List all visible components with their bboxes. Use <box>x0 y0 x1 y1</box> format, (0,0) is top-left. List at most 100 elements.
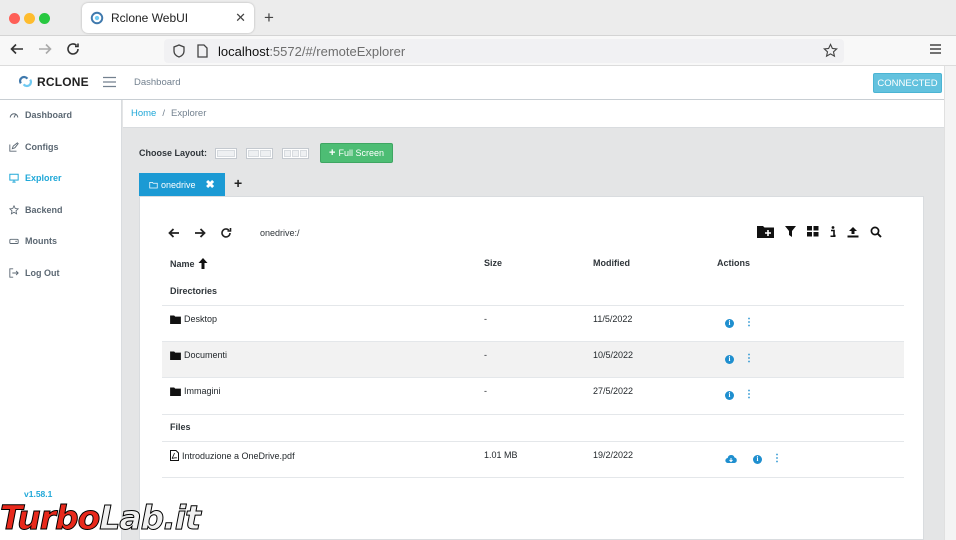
column-header-size[interactable]: Size <box>484 258 502 268</box>
new-folder-icon[interactable] <box>757 225 774 238</box>
remote-tab-close-icon[interactable]: ✖ <box>206 178 215 191</box>
modified-cell: 11/5/2022 <box>593 314 633 324</box>
sidebar-item-backend[interactable]: Backend <box>9 205 63 215</box>
size-cell: - <box>484 386 487 396</box>
sidebar-item-label: Backend <box>25 205 63 215</box>
logout-icon <box>9 268 19 278</box>
table-row[interactable]: Documenti - 10/5/2022 i ⋮ <box>162 341 904 377</box>
name-cell[interactable]: Documenti <box>170 350 227 360</box>
sidebar-item-label: Configs <box>25 142 59 152</box>
explorer-actions-toolbar <box>757 225 882 238</box>
refresh-icon[interactable] <box>220 227 232 239</box>
remote-tab-onedrive[interactable]: onedrive ✖ <box>139 173 225 196</box>
edit-icon <box>9 142 19 152</box>
logo-text: RCLONE <box>37 74 89 89</box>
page-icon <box>197 44 208 58</box>
star-icon <box>9 205 19 215</box>
cloud-download-icon[interactable] <box>725 454 737 464</box>
layout-double-option[interactable] <box>246 147 274 159</box>
search-icon[interactable] <box>870 226 882 238</box>
sidebar-item-label: Explorer <box>25 173 62 183</box>
forward-arrow-icon[interactable] <box>194 227 206 239</box>
sidebar-item-label: Log Out <box>25 268 60 278</box>
current-path: onedrive:/ <box>260 228 300 238</box>
item-name: Introduzione a OneDrive.pdf <box>182 450 295 461</box>
page-scrollbar[interactable] <box>944 66 956 540</box>
row-actions: i ⋮ <box>725 318 754 328</box>
more-options-icon[interactable]: ⋮ <box>744 354 754 364</box>
monitor-icon <box>9 173 19 183</box>
more-options-icon[interactable]: ⋮ <box>772 454 782 464</box>
url-host: localhost <box>218 43 270 59</box>
sidebar-item-label: Dashboard <box>25 110 73 120</box>
forward-icon[interactable] <box>38 42 52 56</box>
sidebar-item-logout[interactable]: Log Out <box>9 268 60 278</box>
browser-menu-icon[interactable] <box>929 43 942 55</box>
sidebar-item-explorer[interactable]: Explorer <box>9 173 62 183</box>
sidebar-item-dashboard[interactable]: Dashboard <box>9 110 72 120</box>
explorer-card: onedrive:/ Name Size Modified Actions Di… <box>139 196 924 540</box>
info-icon[interactable]: i <box>725 318 734 328</box>
modified-cell: 27/5/2022 <box>593 386 634 396</box>
folder-icon <box>170 350 181 360</box>
watermark-part2: Lab.it <box>99 498 202 538</box>
full-screen-label: Full Screen <box>338 148 384 158</box>
size-cell: - <box>484 350 487 360</box>
modified-cell: 19/2/2022 <box>593 450 634 460</box>
tab-close-icon[interactable]: ✕ <box>235 10 246 26</box>
name-cell[interactable]: Introduzione a OneDrive.pdf <box>170 450 295 461</box>
table-row[interactable]: Desktop - 11/5/2022 i ⋮ <box>162 305 904 341</box>
more-options-icon[interactable]: ⋮ <box>744 318 754 328</box>
window-zoom-button[interactable] <box>39 13 50 24</box>
section-divider <box>162 414 904 415</box>
filter-icon[interactable] <box>785 226 796 237</box>
window-minimize-button[interactable] <box>24 13 35 24</box>
sidebar-item-mounts[interactable]: Mounts <box>9 236 57 246</box>
more-options-icon[interactable]: ⋮ <box>744 390 754 400</box>
header-dashboard-link[interactable]: Dashboard <box>134 77 180 88</box>
size-cell: - <box>484 314 487 324</box>
rclone-logo[interactable]: RCLONE <box>18 74 89 89</box>
column-name-label: Name <box>170 258 195 269</box>
row-actions: i ⋮ <box>725 354 754 364</box>
back-icon[interactable] <box>10 42 24 56</box>
browser-navbar: localhost :5572/#/remoteExplorer <box>0 36 956 66</box>
breadcrumb-current: Explorer <box>170 108 207 119</box>
name-cell[interactable]: Desktop <box>170 314 217 324</box>
breadcrumb-home-link[interactable]: Home <box>131 108 156 119</box>
full-screen-button[interactable]: + Full Screen <box>320 143 393 163</box>
back-arrow-icon[interactable] <box>168 227 180 239</box>
files-heading: Files <box>170 422 191 432</box>
bookmark-star-icon[interactable] <box>823 43 838 58</box>
url-bar[interactable]: localhost :5572/#/remoteExplorer <box>164 39 844 63</box>
connection-status-button[interactable]: CONNECTED <box>873 73 942 93</box>
browser-tab[interactable]: Rclone WebUI ✕ <box>82 3 254 33</box>
layout-single-option[interactable] <box>215 147 238 159</box>
reload-icon[interactable] <box>66 42 80 56</box>
info-icon[interactable]: i <box>753 454 762 464</box>
sidebar-toggle-icon[interactable] <box>103 76 116 88</box>
name-cell[interactable]: Immagini <box>170 386 221 396</box>
column-header-name[interactable]: Name <box>170 258 208 269</box>
layout-chooser: Choose Layout: + Full Screen <box>139 143 393 163</box>
add-remote-tab-icon[interactable]: + <box>234 175 242 191</box>
info-icon[interactable]: i <box>725 354 734 364</box>
table-row[interactable]: Introduzione a OneDrive.pdf 1.01 MB 19/2… <box>162 441 904 477</box>
sidebar: Dashboard Configs Explorer Backend Mount… <box>0 100 122 540</box>
app-header: RCLONE Dashboard CONNECTED <box>0 66 944 100</box>
column-header-modified[interactable]: Modified <box>593 258 630 268</box>
rclone-favicon-icon <box>90 11 104 25</box>
upload-icon[interactable] <box>847 226 859 238</box>
item-name: Desktop <box>184 314 218 324</box>
row-actions: i ⋮ <box>725 454 782 464</box>
sidebar-item-configs[interactable]: Configs <box>9 142 59 152</box>
new-tab-icon[interactable]: + <box>264 8 274 28</box>
table-row[interactable]: Immagini - 27/5/2022 i ⋮ <box>162 377 904 413</box>
row-actions: i ⋮ <box>725 390 754 400</box>
info-icon[interactable] <box>830 226 836 237</box>
layout-quad-option[interactable] <box>282 147 310 159</box>
grid-view-icon[interactable] <box>807 226 819 237</box>
modified-cell: 10/5/2022 <box>593 350 634 360</box>
window-close-button[interactable] <box>9 13 20 24</box>
info-icon[interactable]: i <box>725 390 734 400</box>
